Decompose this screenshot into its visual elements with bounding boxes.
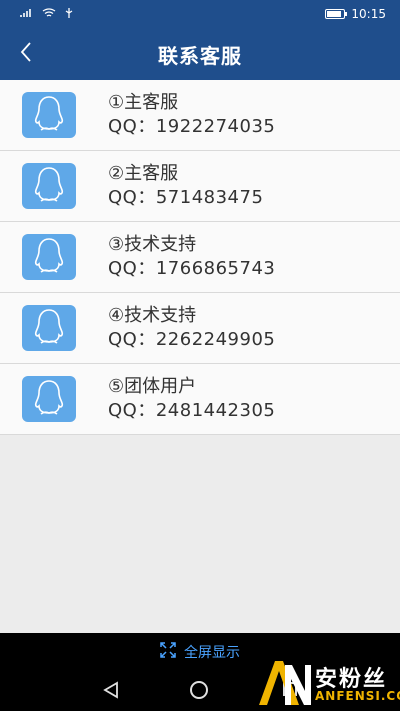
avatar <box>22 376 76 422</box>
avatar <box>22 305 76 351</box>
status-icons-right: 10:15 <box>325 7 386 21</box>
avatar <box>22 92 76 138</box>
contact-name: ③技术支持 <box>108 234 197 255</box>
watermark-logo <box>255 655 313 711</box>
contact-qq: QQ：1922274035 <box>108 116 276 137</box>
nav-back-icon[interactable] <box>103 681 119 703</box>
back-button[interactable] <box>12 40 40 68</box>
status-time: 10:15 <box>351 7 386 21</box>
contact-info: ③技术支持 QQ：1766865743 <box>108 233 275 281</box>
contact-qq: QQ：571483475 <box>108 187 264 208</box>
avatar <box>22 163 76 209</box>
fullscreen-icon <box>160 642 176 662</box>
qq-penguin-icon <box>31 378 67 420</box>
qq-penguin-icon <box>31 165 67 207</box>
contact-name: ⑤团体用户 <box>108 376 197 397</box>
contact-row[interactable]: ①主客服 QQ：1922274035 <box>0 80 400 151</box>
battery-icon <box>325 9 348 19</box>
usb-icon <box>64 7 74 22</box>
contact-name: ②主客服 <box>108 163 179 184</box>
contact-qq: QQ：2481442305 <box>108 400 276 421</box>
qq-penguin-icon <box>31 307 67 349</box>
contact-info: ⑤团体用户 QQ：2481442305 <box>108 375 275 423</box>
contact-info: ④技术支持 QQ：2262249905 <box>108 304 275 352</box>
watermark-name-en: ANFENSI.COM <box>315 689 400 703</box>
wifi-icon <box>42 7 56 21</box>
contact-row[interactable]: ③技术支持 QQ：1766865743 <box>0 222 400 293</box>
qq-penguin-icon <box>31 94 67 136</box>
contact-row[interactable]: ⑤团体用户 QQ：2481442305 <box>0 364 400 435</box>
status-bar: 10:15 <box>0 0 400 28</box>
status-icons-left <box>20 7 74 22</box>
chevron-left-icon <box>19 41 33 67</box>
watermark: 安粉丝 ANFENSI.COM <box>255 655 400 711</box>
contact-qq: QQ：2262249905 <box>108 329 276 350</box>
avatar <box>22 234 76 280</box>
contact-name: ④技术支持 <box>108 305 197 326</box>
contact-info: ②主客服 QQ：571483475 <box>108 162 263 210</box>
contact-row[interactable]: ②主客服 QQ：571483475 <box>0 151 400 222</box>
contact-qq: QQ：1766865743 <box>108 258 276 279</box>
signal-icon <box>20 8 34 21</box>
fullscreen-label: 全屏显示 <box>184 645 240 661</box>
qq-penguin-icon <box>31 236 67 278</box>
contact-name: ①主客服 <box>108 92 179 113</box>
contact-row[interactable]: ④技术支持 QQ：2262249905 <box>0 293 400 364</box>
page-title: 联系客服 <box>158 43 242 68</box>
contact-info: ①主客服 QQ：1922274035 <box>108 91 275 139</box>
app-bar: 联系客服 <box>0 28 400 80</box>
contact-list: ①主客服 QQ：1922274035 ②主客服 QQ：571483475 ③技术支持 QQ… <box>0 80 400 435</box>
nav-home-icon[interactable] <box>190 681 208 699</box>
